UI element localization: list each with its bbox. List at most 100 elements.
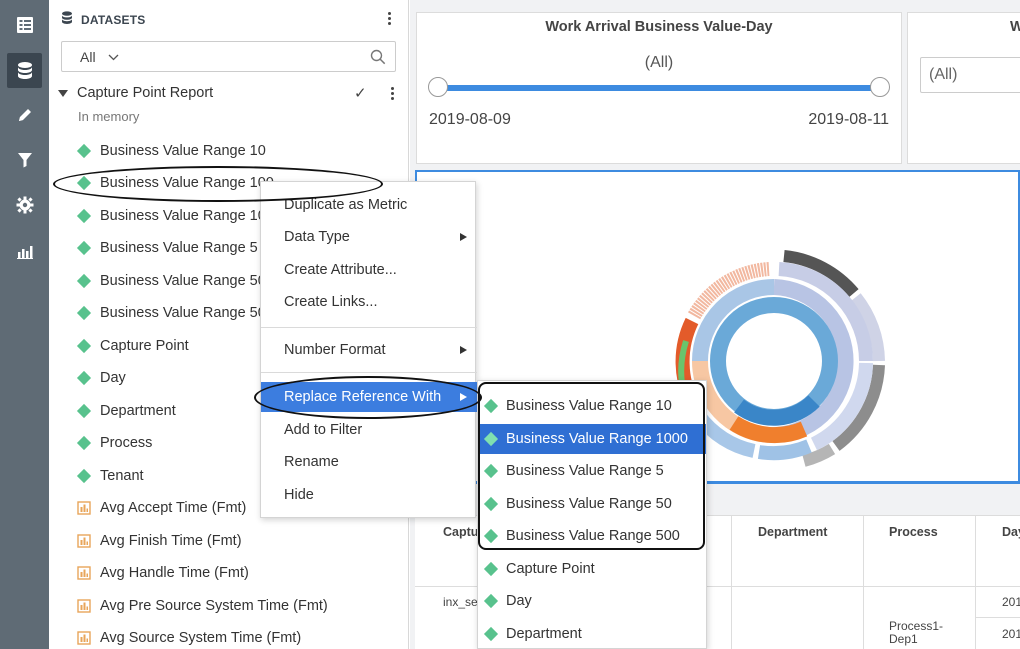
submenu-item[interactable]: Day	[478, 586, 706, 616]
menu-create-links[interactable]: Create Links...	[261, 287, 477, 317]
attribute-icon	[483, 431, 499, 447]
attribute-item[interactable]: Business Value Range 50	[76, 269, 266, 293]
grid-header[interactable]: Day	[1002, 525, 1020, 539]
attribute-icon	[483, 626, 499, 642]
menu-item-label: Hide	[284, 487, 314, 503]
submenu-item-label: Business Value Range 10	[506, 398, 672, 414]
panel-more-icon[interactable]	[382, 8, 396, 28]
submenu-item[interactable]: Business Value Range 50	[478, 489, 706, 519]
grid-divider	[975, 516, 976, 649]
attribute-item[interactable]: Business Value Range 10	[76, 139, 266, 163]
collapse-caret-icon[interactable]	[58, 89, 68, 97]
grid-header[interactable]: Department	[758, 525, 827, 539]
database-icon[interactable]	[7, 53, 42, 88]
date-range-filter: Work Arrival Business Value-Day (All) 20…	[416, 12, 902, 164]
attribute-icon	[76, 208, 92, 224]
metric-item[interactable]: Avg Source System Time (Fmt)	[77, 626, 301, 649]
attribute-label: Day	[100, 370, 126, 386]
attribute-item[interactable]: Process	[76, 431, 153, 455]
report-more-icon[interactable]	[391, 84, 394, 102]
attribute-label: Tenant	[100, 468, 144, 484]
metric-item[interactable]: Avg Finish Time (Fmt)	[77, 529, 242, 553]
menu-rename[interactable]: Rename	[261, 447, 477, 477]
dataset-filter-select[interactable]: All	[80, 49, 119, 65]
filter-dropdown[interactable]: (All)	[920, 57, 1020, 93]
attribute-icon	[76, 370, 92, 386]
search-icon[interactable]	[370, 49, 386, 70]
submenu-arrow-icon	[460, 346, 467, 354]
filter-selection: (All)	[644, 54, 674, 71]
gear-icon[interactable]	[7, 187, 42, 222]
submenu-item[interactable]: Capture Point	[478, 554, 706, 584]
attribute-icon	[76, 305, 92, 321]
menu-create-attribute[interactable]: Create Attribute...	[261, 255, 477, 285]
grid-header[interactable]: Process	[889, 525, 938, 539]
grid-cell: 201	[1002, 595, 1020, 609]
attribute-item[interactable]: Day	[76, 366, 126, 390]
grid-cell: Process1- Dep1	[889, 619, 944, 646]
bar-chart-icon[interactable]	[7, 233, 42, 268]
datasets-header: DATASETS	[61, 11, 146, 28]
attribute-icon	[76, 143, 92, 159]
submenu-item[interactable]: Business Value Range 500	[478, 521, 706, 551]
attribute-item[interactable]: Business Value Range 5	[76, 236, 258, 260]
menu-hide[interactable]: Hide	[261, 480, 477, 510]
dataset-report-name: Capture Point Report	[77, 85, 214, 101]
pencil-icon[interactable]	[7, 97, 42, 132]
metric-label: Avg Accept Time (Fmt)	[100, 500, 247, 516]
filter-title: W	[1010, 19, 1020, 35]
date-slider-track[interactable]	[437, 85, 881, 91]
metric-item[interactable]: Avg Handle Time (Fmt)	[77, 561, 249, 585]
attribute-icon	[76, 240, 92, 256]
metric-item[interactable]: Avg Pre Source System Time (Fmt)	[77, 594, 328, 618]
slider-start-handle[interactable]	[428, 77, 448, 97]
attribute-label: Process	[100, 435, 153, 451]
menu-duplicate-as-metric[interactable]: Duplicate as Metric	[261, 190, 477, 220]
grid-cell: 201	[1002, 627, 1020, 641]
slider-end-label: 2019-08-11	[808, 111, 889, 128]
chevron-down-icon	[108, 54, 119, 60]
submenu-item[interactable]: Business Value Range 5	[478, 456, 706, 486]
submenu-item[interactable]: Business Value Range 10	[478, 391, 706, 421]
metric-icon	[77, 566, 91, 580]
menu-item-label: Create Links...	[284, 294, 378, 310]
grid-row-divider	[975, 617, 1020, 618]
attribute-item[interactable]: Business Value Range 1000	[76, 204, 282, 228]
submenu-item[interactable]: Business Value Range 1000	[478, 424, 706, 454]
attribute-icon	[76, 273, 92, 289]
database-icon	[61, 11, 73, 28]
dataset-filter-value: All	[80, 49, 96, 65]
submenu-item-label: Business Value Range 50	[506, 496, 672, 512]
metric-label: Avg Finish Time (Fmt)	[100, 533, 242, 549]
attribute-item[interactable]: Capture Point	[76, 334, 189, 358]
submenu-item-label: Capture Point	[506, 561, 595, 577]
attribute-item[interactable]: Business Value Range 100	[76, 171, 274, 195]
slider-end-handle[interactable]	[870, 77, 890, 97]
filter-dropdown-value: (All)	[929, 66, 958, 83]
attribute-item[interactable]: Department	[76, 399, 176, 423]
check-icon: ✓	[354, 85, 367, 102]
slider-start-label: 2019-08-09	[429, 111, 511, 128]
icon-rail	[0, 0, 49, 649]
attribute-item[interactable]: Tenant	[76, 464, 144, 488]
filter-icon[interactable]	[7, 142, 42, 177]
list-icon[interactable]	[7, 7, 42, 42]
dataset-report-row[interactable]: Capture Point Report ✓	[58, 83, 403, 103]
menu-add-to-filter[interactable]: Add to Filter	[261, 415, 477, 445]
menu-replace-reference-with[interactable]: Replace Reference With	[261, 382, 477, 412]
replace-reference-submenu: Business Value Range 10 Business Value Ra…	[477, 380, 707, 649]
attribute-label: Business Value Range 1000	[100, 208, 282, 224]
submenu-item[interactable]: Department	[478, 619, 706, 649]
metric-item[interactable]: Avg Accept Time (Fmt)	[77, 496, 246, 520]
attribute-item[interactable]: Business Value Range 500	[76, 301, 274, 325]
context-menu: Duplicate as Metric Data Type Create Att…	[260, 181, 477, 518]
menu-data-type[interactable]: Data Type	[261, 222, 477, 252]
datasets-title: DATASETS	[81, 12, 146, 27]
submenu-item-label: Day	[506, 593, 532, 609]
grid-header[interactable]: Captu	[443, 525, 478, 539]
grid-cell: inx_se	[443, 595, 478, 609]
attribute-label: Department	[100, 403, 176, 419]
grid-divider	[863, 516, 864, 649]
menu-item-label: Rename	[284, 454, 339, 470]
menu-number-format[interactable]: Number Format	[261, 335, 477, 365]
